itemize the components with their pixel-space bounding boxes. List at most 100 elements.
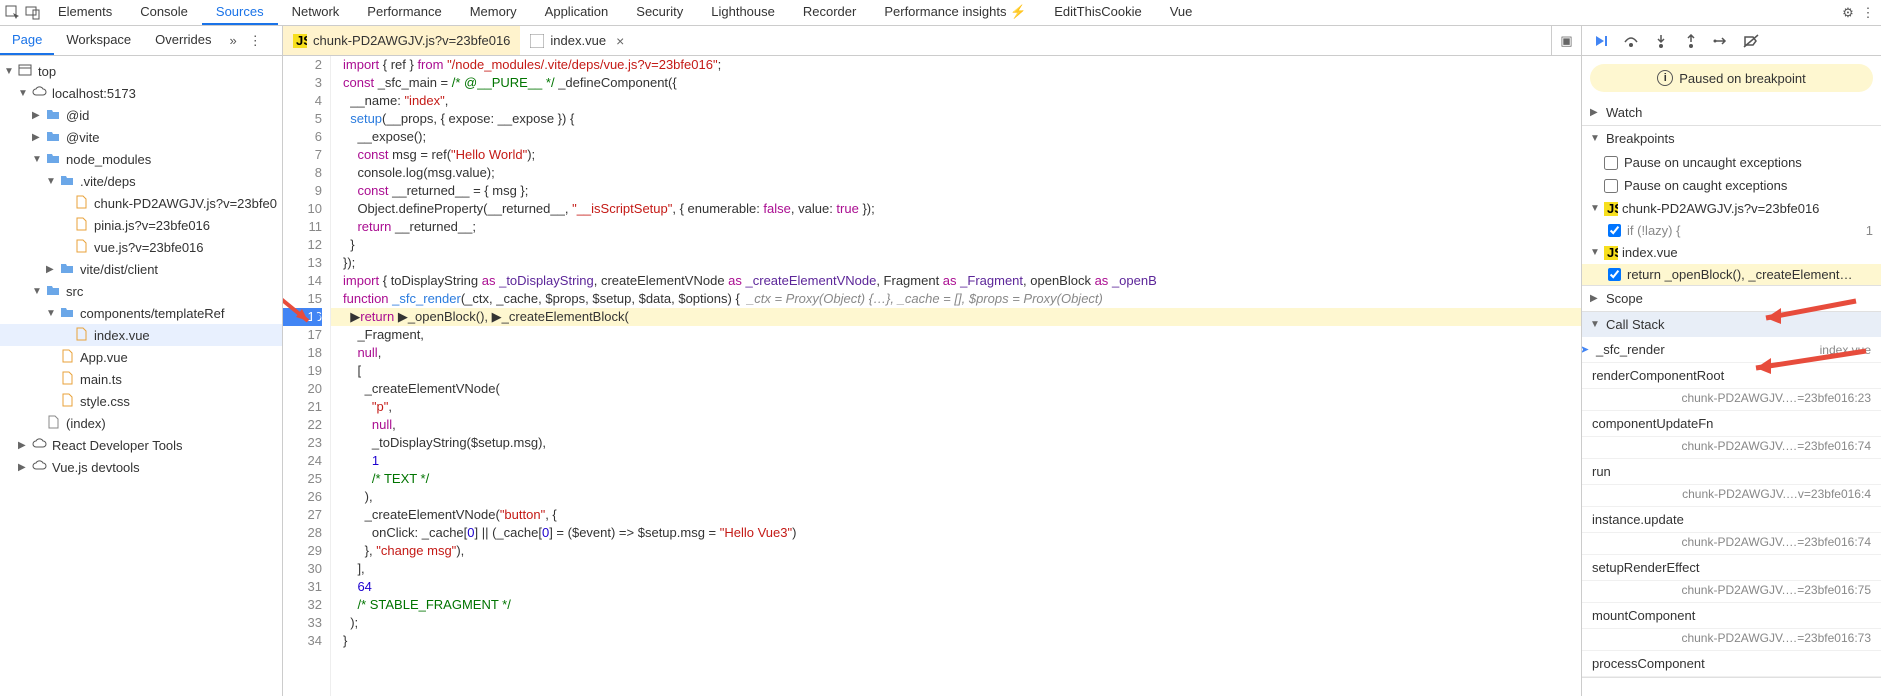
- main-tab-recorder[interactable]: Recorder: [789, 0, 870, 25]
- navigator-tab-workspace[interactable]: Workspace: [54, 26, 143, 55]
- code-line[interactable]: const __returned__ = { msg };: [331, 182, 1581, 200]
- toggle-drawer-icon[interactable]: ▣: [1560, 33, 1572, 49]
- line-number[interactable]: 2: [283, 56, 322, 74]
- breakpoint-file-header[interactable]: ▼JSindex.vue: [1582, 241, 1881, 264]
- navigator-tab-page[interactable]: Page: [0, 26, 54, 55]
- breakpoint-file-header[interactable]: ▼JSchunk-PD2AWGJV.js?v=23bfe016: [1582, 197, 1881, 220]
- line-number[interactable]: 33: [283, 614, 322, 632]
- line-number[interactable]: 5: [283, 110, 322, 128]
- main-tab-elements[interactable]: Elements: [44, 0, 126, 25]
- tree-item[interactable]: ▼components/templateRef: [0, 302, 282, 324]
- code-editor[interactable]: 2345678910111213141516171819202122232425…: [283, 56, 1581, 696]
- code-line[interactable]: function _sfc_render(_ctx, _cache, $prop…: [331, 290, 1581, 308]
- close-tab-icon[interactable]: ×: [616, 33, 624, 49]
- tree-item[interactable]: (index): [0, 412, 282, 434]
- code-line[interactable]: import { toDisplayString as _toDisplaySt…: [331, 272, 1581, 290]
- main-tab-lighthouse[interactable]: Lighthouse: [697, 0, 789, 25]
- code-line[interactable]: [: [331, 362, 1581, 380]
- main-tab-console[interactable]: Console: [126, 0, 202, 25]
- pause-uncaught-checkbox[interactable]: [1604, 156, 1618, 170]
- tree-item[interactable]: ▼.vite/deps: [0, 170, 282, 192]
- code-line[interactable]: ],: [331, 560, 1581, 578]
- code-line[interactable]: 64: [331, 578, 1581, 596]
- line-number[interactable]: 25: [283, 470, 322, 488]
- line-number[interactable]: 12: [283, 236, 322, 254]
- tree-item[interactable]: style.css: [0, 390, 282, 412]
- line-number[interactable]: 4: [283, 92, 322, 110]
- code-line[interactable]: /* STABLE_FRAGMENT */: [331, 596, 1581, 614]
- overflow-icon[interactable]: »: [224, 33, 243, 48]
- code-line[interactable]: ),: [331, 488, 1581, 506]
- breakpoint-checkbox[interactable]: [1608, 268, 1621, 281]
- stack-frame[interactable]: run: [1582, 459, 1881, 485]
- inspect-icon[interactable]: [4, 4, 22, 22]
- code-line[interactable]: /* TEXT */: [331, 470, 1581, 488]
- line-number[interactable]: 20: [283, 380, 322, 398]
- code-line[interactable]: const msg = ref("Hello World");: [331, 146, 1581, 164]
- main-tab-memory[interactable]: Memory: [456, 0, 531, 25]
- line-number[interactable]: 30: [283, 560, 322, 578]
- stack-frame[interactable]: mountComponent: [1582, 603, 1881, 629]
- tree-item[interactable]: index.vue: [0, 324, 282, 346]
- code-line[interactable]: null,: [331, 416, 1581, 434]
- code-line[interactable]: }, "change msg"),: [331, 542, 1581, 560]
- code-line[interactable]: setup(__props, { expose: __expose }) {: [331, 110, 1581, 128]
- tree-item[interactable]: pinia.js?v=23bfe016: [0, 214, 282, 236]
- code-line[interactable]: __name: "index",: [331, 92, 1581, 110]
- more-vert-icon[interactable]: ⋮: [243, 33, 268, 49]
- expand-arrow-icon[interactable]: ▼: [46, 308, 56, 319]
- line-number[interactable]: 22: [283, 416, 322, 434]
- line-number[interactable]: 19: [283, 362, 322, 380]
- line-number[interactable]: 10: [283, 200, 322, 218]
- line-number[interactable]: 34: [283, 632, 322, 650]
- main-tab-editthiscookie[interactable]: EditThisCookie: [1040, 0, 1155, 25]
- line-number[interactable]: 18: [283, 344, 322, 362]
- expand-arrow-icon[interactable]: ▶: [32, 110, 42, 121]
- tree-item[interactable]: vue.js?v=23bfe016: [0, 236, 282, 258]
- code-line[interactable]: console.log(msg.value);: [331, 164, 1581, 182]
- code-line[interactable]: );: [331, 614, 1581, 632]
- stack-frame[interactable]: componentUpdateFn: [1582, 411, 1881, 437]
- line-number[interactable]: 7: [283, 146, 322, 164]
- resume-icon[interactable]: [1592, 32, 1610, 50]
- line-number[interactable]: 21: [283, 398, 322, 416]
- expand-arrow-icon[interactable]: ▶: [18, 462, 28, 473]
- tree-item[interactable]: ▶@id: [0, 104, 282, 126]
- tree-item[interactable]: ▶React Developer Tools: [0, 434, 282, 456]
- file-tab[interactable]: index.vue×: [520, 26, 634, 55]
- step-icon[interactable]: [1712, 32, 1730, 50]
- expand-arrow-icon[interactable]: ▼: [32, 154, 42, 165]
- tree-item[interactable]: ▶Vue.js devtools: [0, 456, 282, 478]
- main-tab-application[interactable]: Application: [531, 0, 623, 25]
- code-line[interactable]: __expose();: [331, 128, 1581, 146]
- tree-item[interactable]: chunk-PD2AWGJV.js?v=23bfe0: [0, 192, 282, 214]
- code-line[interactable]: _createElementVNode("button", {: [331, 506, 1581, 524]
- breakpoint-checkbox[interactable]: [1608, 224, 1621, 237]
- code-line[interactable]: ▶return ▶_openBlock(), ▶_createElementBl…: [331, 308, 1581, 326]
- tree-item[interactable]: App.vue: [0, 346, 282, 368]
- more-vert-icon[interactable]: ⋮: [1859, 4, 1877, 22]
- deactivate-breakpoints-icon[interactable]: [1742, 32, 1760, 50]
- watch-section-header[interactable]: ▶Watch: [1582, 100, 1881, 125]
- main-tab-sources[interactable]: Sources: [202, 0, 278, 25]
- main-tab-network[interactable]: Network: [278, 0, 354, 25]
- main-tab-vue[interactable]: Vue: [1156, 0, 1207, 25]
- line-number[interactable]: 9: [283, 182, 322, 200]
- tree-item[interactable]: ▼src: [0, 280, 282, 302]
- code-line[interactable]: }: [331, 236, 1581, 254]
- step-into-icon[interactable]: [1652, 32, 1670, 50]
- line-gutter[interactable]: 2345678910111213141516171819202122232425…: [283, 56, 331, 696]
- expand-arrow-icon[interactable]: ▼: [32, 286, 42, 297]
- line-number[interactable]: 3: [283, 74, 322, 92]
- code-line[interactable]: Object.defineProperty(__returned__, "__i…: [331, 200, 1581, 218]
- line-number[interactable]: 8: [283, 164, 322, 182]
- stack-frame[interactable]: processComponent: [1582, 651, 1881, 677]
- navigator-tab-overrides[interactable]: Overrides: [143, 26, 223, 55]
- tree-item[interactable]: ▶@vite: [0, 126, 282, 148]
- tree-item[interactable]: ▶vite/dist/client: [0, 258, 282, 280]
- code-line[interactable]: const _sfc_main = /* @__PURE__ */ _defin…: [331, 74, 1581, 92]
- tree-item[interactable]: ▼localhost:5173: [0, 82, 282, 104]
- tree-item[interactable]: ▼top: [0, 60, 282, 82]
- line-number[interactable]: 11: [283, 218, 322, 236]
- stack-frame[interactable]: setupRenderEffect: [1582, 555, 1881, 581]
